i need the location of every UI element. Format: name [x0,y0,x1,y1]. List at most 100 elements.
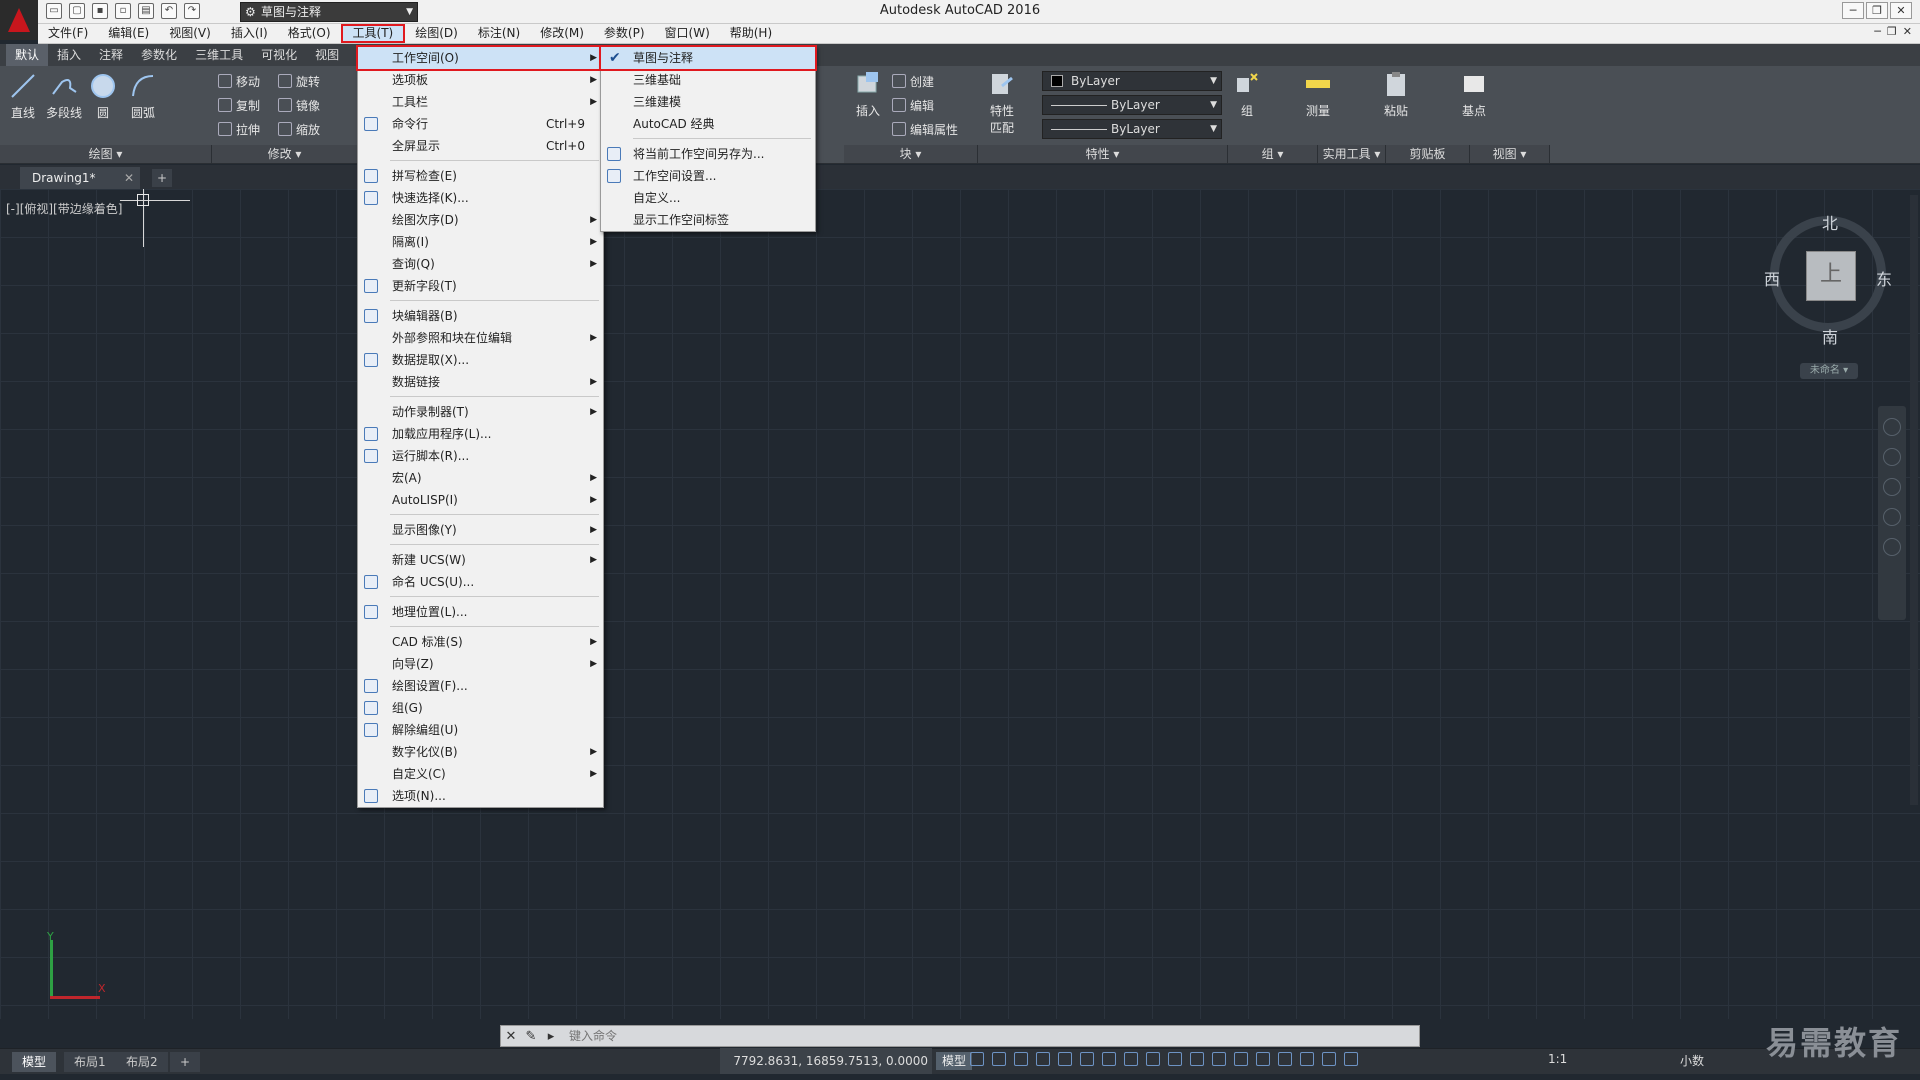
tools-menu-item[interactable]: 运行脚本(R)... [358,445,603,467]
workspace-menu-item[interactable]: 自定义... [601,187,815,209]
tools-menu-item[interactable]: 块编辑器(B) [358,305,603,327]
doc-restore-button[interactable]: ❐ [1887,25,1897,38]
tools-menu-item[interactable]: 拼写检查(E) [358,165,603,187]
units-display[interactable]: 小数 [1680,1052,1704,1069]
tools-menu-item[interactable]: 数据链接 ▶ [358,371,603,393]
lineweight-icon[interactable] [1168,1052,1182,1066]
polar-tracking-icon[interactable] [1080,1052,1094,1066]
transparency-icon[interactable] [1190,1052,1204,1066]
tools-menu-item[interactable]: 向导(Z) ▶ [358,653,603,675]
tools-menu-item[interactable]: 组(G) [358,697,603,719]
tools-menu-item[interactable]: 外部参照和块在位编辑 ▶ [358,327,603,349]
tools-menu-item[interactable]: 绘图次序(D) ▶ [358,209,603,231]
menu-window[interactable]: 窗口(W) [655,24,720,43]
command-input[interactable] [561,1027,1419,1045]
tab-default[interactable]: 默认 [6,44,49,66]
showmotion-icon[interactable] [1883,538,1901,556]
groups-panel-footer[interactable]: 组 ▾ [1228,145,1318,163]
menu-draw[interactable]: 绘图(D) [405,24,468,43]
tab-annotate[interactable]: 注释 [90,44,132,66]
print-icon[interactable]: ▤ [138,3,154,19]
tools-menu-item[interactable]: AutoLISP(I) ▶ [358,489,603,511]
menu-insert[interactable]: 插入(I) [221,24,278,43]
tools-menu-item[interactable]: 数据提取(X)... [358,349,603,371]
add-layout-button[interactable]: + [170,1052,201,1072]
close-button[interactable]: ✕ [1890,2,1912,19]
dynamic-input-icon[interactable] [1036,1052,1050,1066]
maximize-button[interactable]: ❐ [1866,2,1888,19]
undo-icon[interactable]: ↶ [161,3,177,19]
tab-visualize[interactable]: 可视化 [252,44,306,66]
polyline-button[interactable]: 多段线 [42,72,86,121]
coordinates-readout[interactable]: 7792.8631, 16859.7513, 0.0000 [720,1048,932,1074]
insert-block-button[interactable]: 插入 [850,70,886,119]
stretch-button[interactable]: 拉伸 [218,119,260,139]
workspace-menu-item[interactable]: 显示工作空间标签 [601,209,815,231]
draw-panel-footer[interactable]: 绘图 ▾ [0,145,212,163]
lineweight-combo[interactable]: ByLayer ▼ [1042,119,1222,139]
grid-icon[interactable] [970,1052,984,1066]
tools-menu-item[interactable]: 绘图设置(F)... [358,675,603,697]
block-panel-footer[interactable]: 块 ▾ [844,145,978,163]
menu-dimension[interactable]: 标注(N) [468,24,530,43]
tab-parametric[interactable]: 参数化 [132,44,186,66]
new-file-icon[interactable]: ▭ [46,3,62,19]
open-file-icon[interactable]: ▢ [69,3,85,19]
tools-menu-item[interactable]: 数字化仪(B) ▶ [358,741,603,763]
tools-menu-item[interactable]: 选项板 ▶ [358,69,603,91]
tools-menu-item[interactable]: 快速选择(K)... [358,187,603,209]
tools-menu-item[interactable]: 隔离(I) ▶ [358,231,603,253]
paste-button[interactable]: 粘贴 [1378,70,1414,119]
workspace-menu-item[interactable]: 工作空间设置... [601,165,815,187]
file-tab-drawing1[interactable]: Drawing1* ✕ [20,167,140,189]
color-combo[interactable]: ByLayer ▼ [1042,71,1222,91]
layout-tab-layout2[interactable]: 布局2 [116,1052,168,1072]
utilities-panel-footer[interactable]: 实用工具 ▾ [1318,145,1386,163]
modify-panel-footer[interactable]: 修改 ▾ [212,145,358,163]
circle-button[interactable]: 圆 [88,72,118,121]
workspace-menu-item[interactable]: 将当前工作空间另存为... [601,143,815,165]
right-edge-scrollbar[interactable] [1910,195,1918,805]
viewcube-top-face[interactable]: 上 [1806,251,1856,301]
customize-wrench-icon[interactable]: ✎ [521,1029,541,1044]
menu-help[interactable]: 帮助(H) [720,24,782,43]
close-icon[interactable]: ✕ [501,1029,521,1044]
tools-menu-item[interactable]: 查询(Q) ▶ [358,253,603,275]
menu-file[interactable]: 文件(F) [38,24,98,43]
pan-icon[interactable] [1883,448,1901,466]
tools-menu-item[interactable]: 工具栏 ▶ [358,91,603,113]
steering-wheel-icon[interactable] [1883,418,1901,436]
edit-attributes-button[interactable]: 编辑属性 [892,119,958,139]
zoom-icon[interactable] [1883,478,1901,496]
tab-view[interactable]: 视图 [306,44,348,66]
ortho-icon[interactable] [1058,1052,1072,1066]
rotate-button[interactable]: 旋转 [278,71,320,91]
scale-button[interactable]: 缩放 [278,119,320,139]
mirror-button[interactable]: 镜像 [278,95,320,115]
wcs-menu[interactable]: 未命名 ▾ [1800,363,1858,379]
menu-format[interactable]: 格式(O) [278,24,341,43]
close-icon[interactable]: ✕ [124,167,134,189]
auto-scale-icon[interactable] [1344,1052,1358,1066]
tab-insert[interactable]: 插入 [48,44,90,66]
menu-parametric[interactable]: 参数(P) [594,24,655,43]
tools-menu-item[interactable]: 全屏显示 Ctrl+0 [358,135,603,157]
tools-menu-item[interactable]: 工作空间(O) ▶ [356,45,605,71]
selection-cycling-icon[interactable] [1212,1052,1226,1066]
viewcube-north[interactable]: 北 [1822,210,1838,234]
isometric-icon[interactable] [1102,1052,1116,1066]
line-button[interactable]: 直线 [6,72,40,121]
layout-tab-model[interactable]: 模型 [12,1052,57,1072]
tools-menu-item[interactable]: 命名 UCS(U)... [358,571,603,593]
group-button[interactable]: 组 [1232,70,1262,119]
workspace-menu-item[interactable]: 三维建模 [601,91,815,113]
edit-block-button[interactable]: 编辑 [892,95,934,115]
orbit-icon[interactable] [1883,508,1901,526]
workspace-menu-item[interactable]: ✔ 草图与注释 [599,45,817,71]
doc-close-button[interactable]: ✕ [1903,25,1912,38]
menu-modify[interactable]: 修改(M) [530,24,594,43]
workspace-menu-item[interactable]: 三维基础 [601,69,815,91]
viewcube-west[interactable]: 西 [1764,266,1780,290]
tools-menu-item[interactable]: 动作录制器(T) ▶ [358,401,603,423]
new-tab-button[interactable]: + [152,169,172,187]
